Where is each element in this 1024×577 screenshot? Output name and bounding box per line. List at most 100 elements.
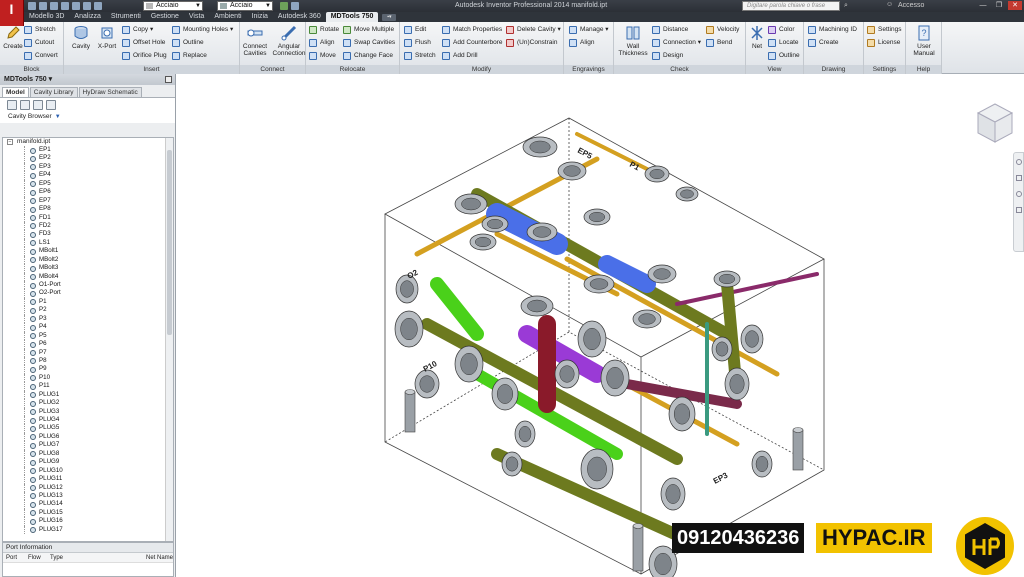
inventor-app-button[interactable]: I xyxy=(0,0,24,26)
create-drawing-button[interactable]: Create xyxy=(808,38,839,48)
home-icon[interactable] xyxy=(83,2,91,10)
manage-button[interactable]: Manage ▾ xyxy=(569,25,609,35)
fx-icon[interactable] xyxy=(280,2,288,10)
distance-button[interactable]: Distance xyxy=(652,25,688,35)
cutout-button[interactable]: Cutout xyxy=(24,38,54,48)
tree-item[interactable]: P10 xyxy=(3,373,173,383)
xport-button[interactable]: X-Port xyxy=(94,25,120,50)
tree-item[interactable]: EP4 xyxy=(3,171,173,181)
tree-item[interactable]: PLUG13 xyxy=(3,491,173,501)
tree-item[interactable]: FD2 xyxy=(3,221,173,231)
tree-item[interactable]: PLUG14 xyxy=(3,500,173,510)
tab-gestione[interactable]: Gestione xyxy=(146,12,184,22)
steering-wheel-icon[interactable] xyxy=(1016,159,1022,165)
tree-item[interactable]: EP3 xyxy=(3,162,173,172)
tree-item[interactable]: MBolt2 xyxy=(3,255,173,265)
tree-item[interactable]: P2 xyxy=(3,306,173,316)
move-button[interactable]: Move xyxy=(309,51,336,61)
orifice-plug-button[interactable]: Orifice Plug xyxy=(122,51,167,61)
port-col-port[interactable]: Port xyxy=(3,553,25,562)
tree-item[interactable]: PLUG6 xyxy=(3,432,173,442)
viewcube[interactable] xyxy=(975,102,1015,146)
settings-button[interactable]: Settings xyxy=(867,25,902,35)
color-button[interactable]: Color xyxy=(768,25,795,35)
tab-mdtools-750[interactable]: MDTools 750 xyxy=(325,12,379,22)
minimize-icon[interactable]: — xyxy=(976,1,990,10)
tree-item[interactable]: P5 xyxy=(3,331,173,341)
insert-outline-button[interactable]: Outline xyxy=(172,38,204,48)
offset-hole-button[interactable]: Offset Hole xyxy=(122,38,165,48)
tree-item[interactable]: O2-Port xyxy=(3,289,173,299)
design-button[interactable]: Design xyxy=(652,51,683,61)
view-outline-button[interactable]: Outline xyxy=(768,51,800,61)
tree-item[interactable]: PLUG10 xyxy=(3,466,173,476)
signin-link[interactable]: Accesso xyxy=(898,2,924,9)
tree-item[interactable]: P7 xyxy=(3,348,173,358)
filter-icon[interactable] xyxy=(7,100,17,110)
undo-icon[interactable] xyxy=(61,2,69,10)
tab-ambienti[interactable]: Ambienti xyxy=(209,12,246,22)
browser-tab-hydraw-schematic[interactable]: HyDraw Schematic xyxy=(78,87,142,97)
orbit-icon[interactable] xyxy=(1016,207,1022,213)
navigation-bar[interactable] xyxy=(1013,152,1024,252)
tree-item[interactable]: PLUG11 xyxy=(3,475,173,484)
license-button[interactable]: License xyxy=(867,38,900,48)
create-block-button[interactable]: Create xyxy=(0,25,26,50)
engravings-align-button[interactable]: Align xyxy=(569,38,594,48)
tree-item[interactable]: EP2 xyxy=(3,154,173,164)
net-button[interactable]: Net xyxy=(747,25,767,50)
tree-scrollbar[interactable] xyxy=(165,138,173,541)
find-icon[interactable] xyxy=(46,100,56,110)
swap-cavities-button[interactable]: Swap Cavities xyxy=(343,38,395,48)
tab-analizza[interactable]: Analizza xyxy=(69,12,105,22)
tree-item[interactable]: PLUG8 xyxy=(3,449,173,459)
save-icon[interactable] xyxy=(50,2,58,10)
wall-thickness-button[interactable]: Wall Thickness xyxy=(616,25,650,57)
collapse-icon[interactable] xyxy=(33,100,43,110)
port-col-type[interactable]: Type xyxy=(47,553,143,562)
tree-item[interactable]: P8 xyxy=(3,356,173,366)
locate-button[interactable]: Locate xyxy=(768,38,799,48)
tree-item[interactable]: PLUG15 xyxy=(3,508,173,518)
tab-strumenti[interactable]: Strumenti xyxy=(106,12,146,22)
measure-icon[interactable] xyxy=(291,2,299,10)
tree-item[interactable]: P11 xyxy=(3,382,173,392)
open-icon[interactable] xyxy=(39,2,47,10)
zoom-icon[interactable] xyxy=(1016,191,1022,197)
restore-icon[interactable]: ❐ xyxy=(992,1,1006,10)
port-col-net-name[interactable]: Net Name xyxy=(143,553,173,562)
scrollbar-thumb[interactable] xyxy=(167,150,172,335)
replace-button[interactable]: Replace xyxy=(172,51,207,61)
tree-item[interactable]: EP7 xyxy=(3,196,173,206)
tree-item[interactable]: P1 xyxy=(3,297,173,307)
expand-icon[interactable] xyxy=(20,100,30,110)
tree-item[interactable]: EP6 xyxy=(3,188,173,198)
tree-item[interactable]: P4 xyxy=(3,323,173,333)
change-face-button[interactable]: Change Face xyxy=(343,51,393,61)
tree-item[interactable]: MBolt3 xyxy=(3,264,173,274)
edit-button[interactable]: Edit xyxy=(404,25,426,35)
binoculars-icon[interactable]: ⌕ xyxy=(844,2,848,10)
new-icon[interactable] xyxy=(28,2,36,10)
add-drill-button[interactable]: Add Drill xyxy=(442,51,478,61)
delete-cavity-button[interactable]: Delete Cavity ▾ xyxy=(506,25,561,35)
relocate-align-button[interactable]: Align xyxy=(309,38,334,48)
move-multiple-button[interactable]: Move Multiple xyxy=(343,25,394,35)
connect-cavities-button[interactable]: Connect Cavities xyxy=(240,25,270,57)
tree-item[interactable]: PLUG17 xyxy=(3,525,173,535)
match-properties-button[interactable]: Match Properties xyxy=(442,25,502,35)
cavity-button[interactable]: Cavity xyxy=(68,25,94,50)
tab-inizia[interactable]: Inizia xyxy=(247,12,273,22)
tree-item[interactable]: P6 xyxy=(3,340,173,349)
mounting-holes-button[interactable]: Mounting Holes ▾ xyxy=(172,25,233,35)
browser-tab-cavity-library[interactable]: Cavity Library xyxy=(29,87,78,97)
tree-item[interactable]: PLUG7 xyxy=(3,441,173,451)
redo-icon[interactable] xyxy=(72,2,80,10)
user-icon[interactable]: ☺ xyxy=(886,1,893,8)
tab-modello-3d[interactable]: Modello 3D xyxy=(24,12,69,22)
connection-button[interactable]: Connection ▾ xyxy=(652,38,701,48)
tree-item[interactable]: EP1 xyxy=(3,146,173,155)
tree-item[interactable]: MBolt1 xyxy=(3,247,173,257)
tree-item[interactable]: PLUG16 xyxy=(3,517,173,527)
tree-item[interactable]: EP5 xyxy=(3,179,173,189)
